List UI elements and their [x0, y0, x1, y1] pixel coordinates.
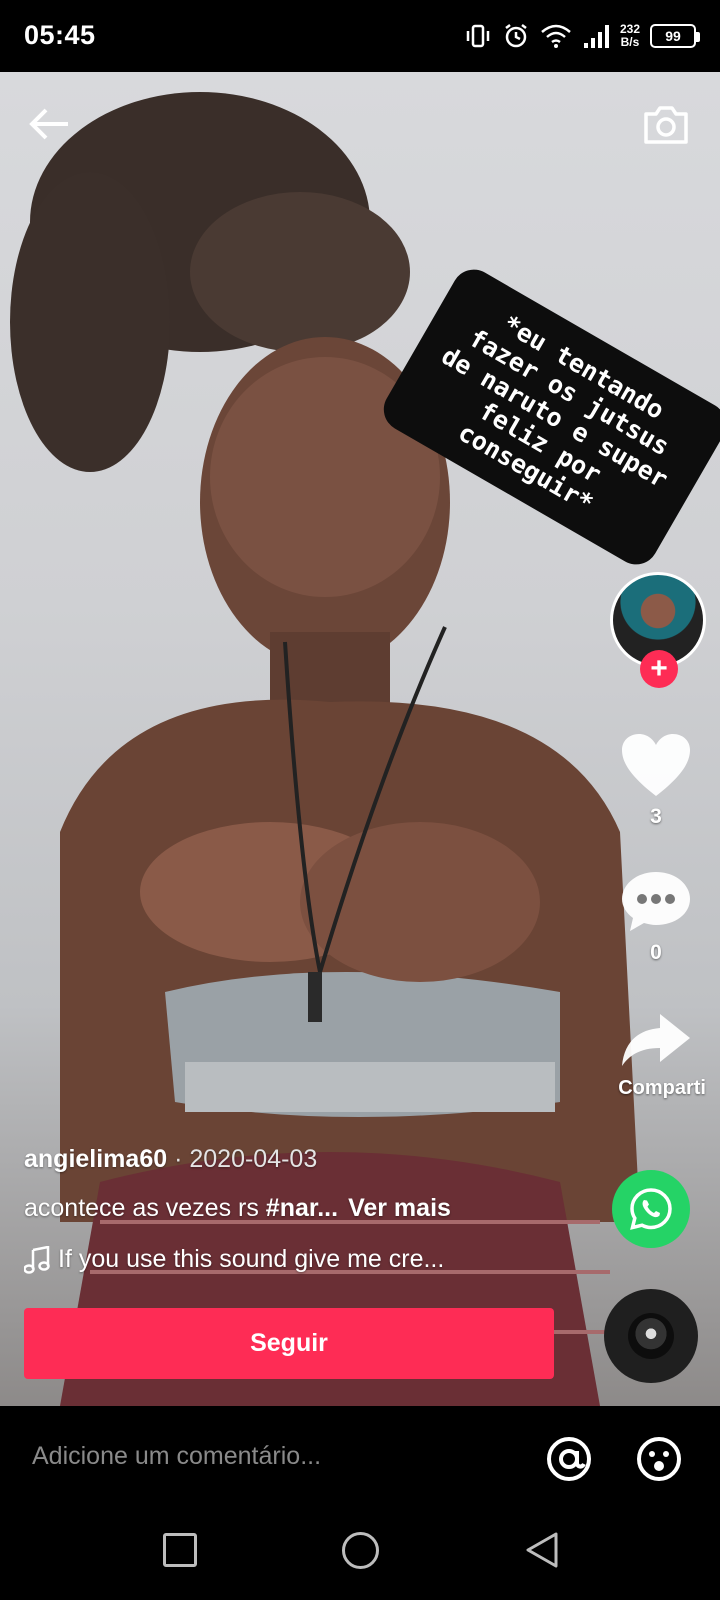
comment-bar: Adicione um comentário...: [0, 1406, 720, 1512]
post-date: 2020-04-03: [189, 1145, 318, 1173]
comment-input[interactable]: Adicione um comentário...: [32, 1442, 321, 1471]
network-speed: 232 B/s: [619, 22, 640, 49]
sound-cover: [628, 1313, 674, 1359]
music-note-icon: [24, 1245, 50, 1274]
whatsapp-icon: [630, 1188, 672, 1230]
back-triangle-icon[interactable]: [525, 1531, 559, 1569]
share-arrow-icon: [622, 1014, 690, 1066]
battery-icon: 99: [650, 24, 700, 48]
comment-button[interactable]: 0: [606, 868, 706, 965]
comment-count: 0: [650, 941, 662, 964]
sound-line[interactable]: If you use this sound give me cre...: [24, 1245, 594, 1274]
music-disc[interactable]: [604, 1289, 698, 1383]
video-player[interactable]: *eu tentando fazer os jutsus de naruto e…: [0, 72, 720, 1406]
status-icons: 232 B/s 99: [464, 18, 700, 54]
recents-square-icon[interactable]: [163, 1533, 197, 1567]
mention-at-icon[interactable]: [544, 1434, 594, 1484]
home-circle-icon[interactable]: [342, 1532, 379, 1569]
back-arrow-icon[interactable]: [26, 100, 74, 148]
battery-level: 99: [665, 28, 681, 44]
signal-icon: [583, 25, 609, 48]
share-button[interactable]: Comparti: [606, 1010, 706, 1100]
comment-bubble-icon: [622, 872, 690, 931]
separator: ·: [167, 1145, 190, 1173]
author-line: angielima60 · 2020-04-03: [24, 1145, 594, 1174]
see-more-link[interactable]: Ver mais: [348, 1194, 451, 1222]
camera-icon[interactable]: [642, 102, 690, 146]
follow-button[interactable]: Seguir: [24, 1308, 554, 1379]
follow-plus-button[interactable]: +: [640, 650, 678, 688]
emoji-icon[interactable]: [634, 1434, 684, 1484]
system-nav-bar: [0, 1512, 720, 1600]
status-time: 05:45: [24, 20, 96, 50]
description-text: acontece as vezes rs: [24, 1194, 266, 1222]
post-info: angielima60 · 2020-04-03 acontece as vez…: [24, 1145, 594, 1274]
status-bar: 05:45 232 B/s 99: [0, 0, 720, 72]
like-button[interactable]: 3: [606, 732, 706, 829]
whatsapp-share-button[interactable]: [612, 1170, 690, 1248]
vibrate-icon: [466, 24, 490, 48]
share-label: Comparti: [618, 1077, 706, 1099]
heart-icon: [622, 734, 690, 796]
like-count: 3: [650, 805, 662, 828]
post-description: acontece as vezes rs #nar... Ver mais: [24, 1194, 594, 1223]
wifi-icon: [541, 24, 571, 48]
hashtag-link[interactable]: #nar...: [266, 1194, 338, 1222]
alarm-icon: [505, 24, 527, 48]
sound-title: If you use this sound give me cre...: [58, 1245, 445, 1273]
author-username[interactable]: angielima60: [24, 1145, 167, 1173]
